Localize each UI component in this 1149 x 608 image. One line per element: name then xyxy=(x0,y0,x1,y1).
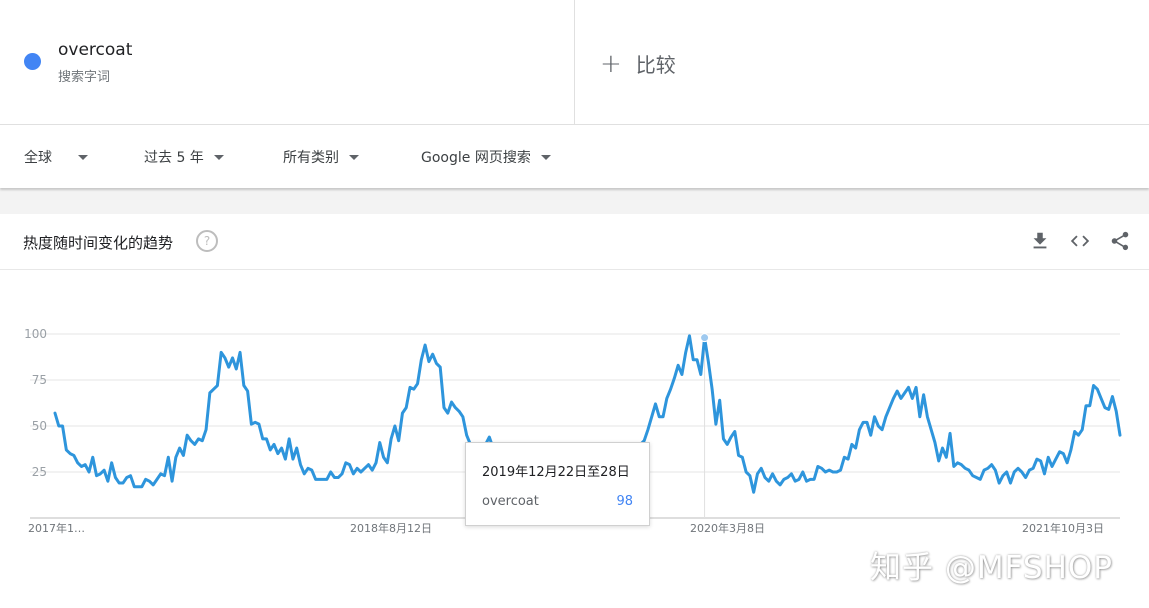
chart-tooltip: 2019年12月22日至28日 overcoat 98 xyxy=(465,442,650,526)
time-range-dropdown[interactable]: 过去 5 年 xyxy=(144,147,224,167)
embed-code-icon[interactable] xyxy=(1069,230,1091,252)
region-dropdown[interactable]: 全球 xyxy=(24,147,88,167)
search-term-name[interactable]: overcoat xyxy=(58,40,132,60)
search-term-bar: overcoat 搜索字词 + 比较 xyxy=(0,0,1149,125)
hover-point xyxy=(700,333,710,343)
download-icon[interactable] xyxy=(1029,230,1051,252)
y-axis-ticks: 100 75 50 25 xyxy=(24,327,47,479)
caret-down-icon xyxy=(349,154,359,160)
x-tick-label: 2020年3月8日 xyxy=(690,521,765,535)
term-color-dot xyxy=(24,53,41,70)
watermark: 知乎 @MFSHOP xyxy=(870,550,1113,586)
search-term-type: 搜索字词 xyxy=(58,70,111,85)
y-tick-label: 100 xyxy=(24,327,47,341)
help-icon[interactable]: ? xyxy=(196,230,218,252)
search-term-card[interactable]: overcoat 搜索字词 xyxy=(0,0,575,124)
caret-down-icon xyxy=(78,154,88,160)
category-dropdown[interactable]: 所有类别 xyxy=(283,147,359,167)
card-header: 热度随时间变化的趋势 ? xyxy=(0,214,1149,270)
search-type-label: Google 网页搜索 xyxy=(421,150,531,166)
x-tick-label: 2018年8月12日 xyxy=(350,521,432,535)
x-tick-label: 2017年1… xyxy=(28,521,85,535)
share-icon[interactable] xyxy=(1109,230,1131,252)
caret-down-icon xyxy=(213,154,224,160)
x-tick-label: 2021年10月3日 xyxy=(1022,521,1104,535)
tooltip-term: overcoat xyxy=(482,494,539,509)
y-tick-label: 25 xyxy=(32,465,47,479)
search-type-dropdown[interactable]: Google 网页搜索 xyxy=(421,147,551,167)
tooltip-value: 98 xyxy=(616,494,633,509)
region-label: 全球 xyxy=(24,150,52,166)
tooltip-date: 2019年12月22日至28日 xyxy=(482,465,630,480)
y-tick-label: 50 xyxy=(32,419,47,433)
category-label: 所有类别 xyxy=(283,150,339,166)
card-title: 热度随时间变化的趋势 xyxy=(23,234,174,252)
compare-label: 比较 xyxy=(635,53,676,77)
filter-bar: 全球 过去 5 年 所有类别 Google 网页搜索 xyxy=(0,125,1149,188)
compare-button[interactable]: + 比较 xyxy=(600,49,676,78)
plus-icon: + xyxy=(600,48,622,79)
y-tick-label: 75 xyxy=(32,373,47,387)
time-range-label: 过去 5 年 xyxy=(144,150,204,166)
caret-down-icon xyxy=(540,154,551,160)
